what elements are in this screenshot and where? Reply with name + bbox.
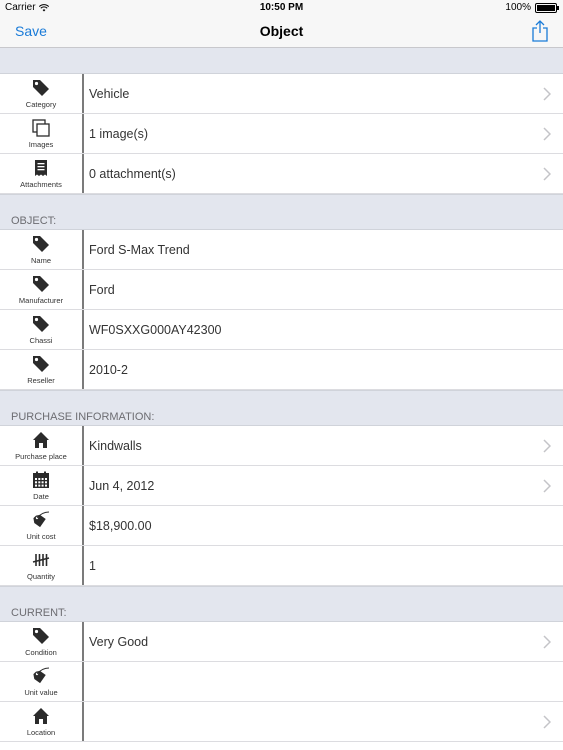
tag-icon — [33, 236, 49, 252]
row-unit-value[interactable]: Unit value — [0, 662, 563, 702]
house-icon — [33, 432, 49, 448]
row-label: Name — [30, 256, 51, 265]
row-label: Reseller — [27, 376, 55, 385]
row-value: 0 attachment(s) — [89, 166, 176, 181]
row-value: Vehicle — [89, 86, 130, 101]
row-value: 1 — [89, 558, 96, 573]
chevron-right-icon — [543, 167, 551, 181]
group-spacer — [0, 48, 563, 74]
chevron-right-icon — [543, 87, 551, 101]
calendar-icon — [33, 471, 49, 488]
row-label: Purchase place — [15, 452, 67, 461]
row-icon-cell: Reseller — [0, 350, 84, 389]
page-title: Object — [259, 23, 304, 39]
row-value: $18,900.00 — [89, 518, 152, 533]
row-icon-cell: Unit cost — [0, 506, 84, 545]
row-purchase-place[interactable]: Purchase place Kindwalls — [0, 426, 563, 466]
row-value: Very Good — [89, 634, 149, 649]
battery-info: 100% — [505, 2, 559, 13]
row-value — [84, 662, 563, 701]
navigation-bar: Save Object — [0, 16, 563, 48]
tag-icon — [33, 628, 49, 644]
status-bar: Carrier 10:50 PM 100% — [0, 0, 563, 16]
chevron-right-icon — [543, 439, 551, 453]
row-reseller[interactable]: Reseller 2010-2 — [0, 350, 563, 390]
tally-icon — [32, 554, 50, 566]
battery-icon — [535, 2, 559, 13]
price-tag-icon — [33, 511, 50, 528]
row-value — [84, 702, 563, 741]
row-value: Jun 4, 2012 — [89, 478, 155, 493]
chevron-right-icon — [543, 127, 551, 141]
chevron-right-icon — [543, 479, 551, 493]
row-icon-cell: Date — [0, 466, 84, 505]
row-value: Kindwalls — [89, 438, 142, 453]
section-header-object: OBJECT: — [0, 194, 563, 230]
attachment-icon — [35, 160, 47, 176]
row-icon-cell: Images — [0, 114, 84, 153]
row-label: Chassi — [29, 336, 53, 345]
row-location[interactable]: Location — [0, 702, 563, 742]
row-category[interactable]: Category Vehicle — [0, 74, 563, 114]
row-label: Date — [33, 492, 49, 501]
share-icon[interactable] — [531, 20, 549, 42]
chevron-right-icon — [543, 635, 551, 649]
row-label: Condition — [25, 648, 57, 657]
section-header-purchase: PURCHASE INFORMATION: — [0, 390, 563, 426]
images-icon — [32, 119, 50, 137]
row-value: WF0SXXG000AY42300 — [89, 322, 222, 337]
row-images[interactable]: Images 1 image(s) — [0, 114, 563, 154]
row-date[interactable]: Date Jun 4, 2012 — [0, 466, 563, 506]
row-icon-cell: Unit value — [0, 662, 84, 701]
row-value: Ford — [89, 282, 115, 297]
row-value: 1 image(s) — [89, 126, 149, 141]
row-label: Attachments — [20, 180, 62, 189]
row-label: Location — [26, 728, 56, 737]
row-unit-cost[interactable]: Unit cost $18,900.00 — [0, 506, 563, 546]
tag-icon — [33, 356, 49, 372]
row-label: Category — [25, 100, 57, 109]
row-icon-cell: Manufacturer — [0, 270, 84, 309]
row-icon-cell: Location — [0, 702, 84, 741]
row-label: Manufacturer — [18, 296, 64, 305]
row-condition[interactable]: Condition Very Good — [0, 622, 563, 662]
tag-icon — [33, 276, 49, 292]
row-manufacturer[interactable]: Manufacturer Ford — [0, 270, 563, 310]
row-icon-cell: Category — [0, 74, 84, 113]
row-icon-cell: Attachments — [0, 154, 84, 193]
row-quantity[interactable]: Quantity 1 — [0, 546, 563, 586]
row-icon-cell: Quantity — [0, 546, 84, 585]
price-tag-icon — [33, 667, 50, 684]
chevron-right-icon — [543, 715, 551, 729]
row-icon-cell: Chassi — [0, 310, 84, 349]
row-label: Images — [28, 140, 54, 149]
row-value: 2010-2 — [89, 362, 128, 377]
row-icon-cell: Name — [0, 230, 84, 269]
row-icon-cell: Purchase place — [0, 426, 84, 465]
row-name[interactable]: Name Ford S-Max Trend — [0, 230, 563, 270]
row-attachments[interactable]: Attachments 0 attachment(s) — [0, 154, 563, 194]
row-value: Ford S-Max Trend — [89, 242, 190, 257]
battery-percent: 100% — [505, 2, 531, 13]
clock: 10:50 PM — [259, 2, 304, 13]
row-icon-cell: Condition — [0, 622, 84, 661]
row-label: Unit cost — [26, 532, 56, 541]
row-chassi[interactable]: Chassi WF0SXXG000AY42300 — [0, 310, 563, 350]
row-label: Unit value — [24, 688, 58, 697]
tag-icon — [33, 316, 49, 332]
tag-icon — [33, 80, 49, 96]
section-header-current: CURRENT: — [0, 586, 563, 622]
house-icon — [33, 708, 49, 724]
row-label: Quantity — [27, 572, 55, 581]
